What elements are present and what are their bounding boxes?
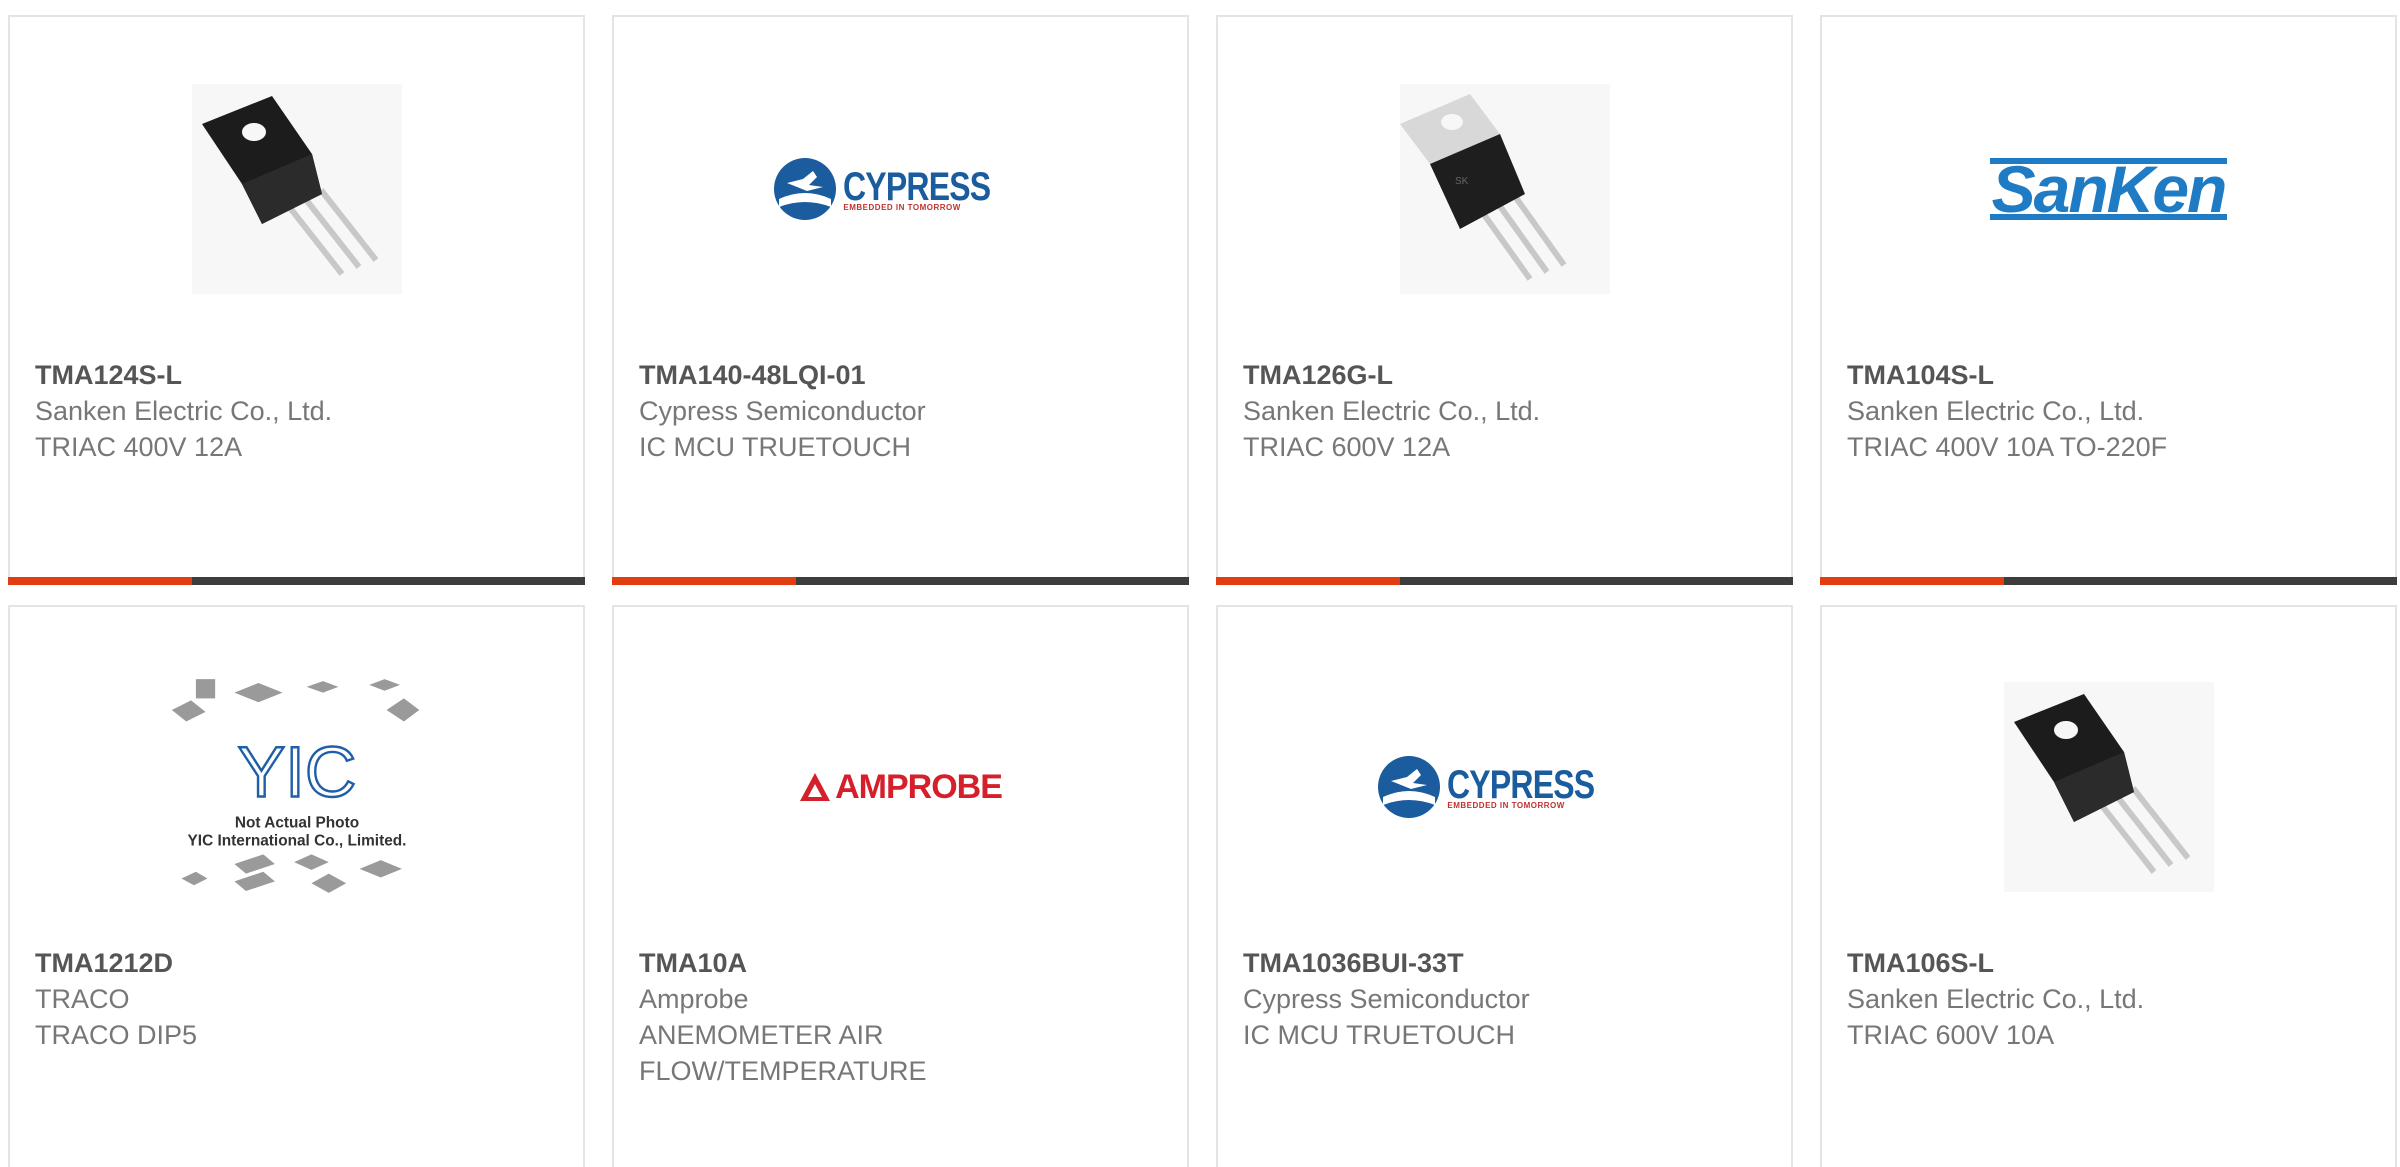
product-card[interactable]: AMPROBE TMA10A Amprobe ANEMOMETER AIR FL… xyxy=(612,605,1189,1167)
cypress-logo: CYPRESS EMBEDDED IN TOMORROW xyxy=(1377,755,1631,819)
part-number-link[interactable]: TMA124S-L xyxy=(35,357,563,393)
product-card[interactable]: CYPRESS EMBEDDED IN TOMORROW TMA140-48LQ… xyxy=(612,15,1189,585)
product-card[interactable]: SanKen TMA104S-L Sanken Electric Co., Lt… xyxy=(1820,15,2397,585)
product-card[interactable]: TMA124S-L Sanken Electric Co., Ltd. TRIA… xyxy=(8,15,585,585)
cypress-tree-icon xyxy=(1378,756,1441,818)
card-accent-bar xyxy=(612,577,796,585)
description: ANEMOMETER AIR xyxy=(639,1020,884,1050)
product-image[interactable]: CYPRESS EMBEDDED IN TOMORROW xyxy=(771,79,1031,299)
part-number-link[interactable]: TMA104S-L xyxy=(1847,357,2375,393)
part-number-link[interactable]: TMA10A xyxy=(639,945,1167,981)
cypress-logo-text: CYPRESS xyxy=(1447,762,1595,807)
description: FLOW/TEMPERATURE xyxy=(639,1056,927,1086)
manufacturer: Cypress Semiconductor xyxy=(1243,984,1530,1014)
yic-logo: YIC xyxy=(237,733,356,813)
product-card[interactable]: TMA106S-L Sanken Electric Co., Ltd. TRIA… xyxy=(1820,605,2397,1167)
product-card[interactable]: CYPRESS EMBEDDED IN TOMORROW TMA1036BUI-… xyxy=(1216,605,1793,1167)
cypress-logo: CYPRESS EMBEDDED IN TOMORROW xyxy=(773,157,1027,221)
manufacturer: Amprobe xyxy=(639,984,749,1014)
product-image[interactable]: SK xyxy=(1375,79,1635,299)
card-bottom-bar xyxy=(8,577,585,585)
description: IC MCU TRUETOUCH xyxy=(1243,1020,1516,1050)
description: TRIAC 400V 10A TO-220F xyxy=(1847,432,2168,462)
card-bottom-bar xyxy=(1216,577,1793,585)
card-bottom-bar xyxy=(1820,577,2397,585)
to220f-package-icon xyxy=(191,84,402,294)
sanken-logo: SanKen xyxy=(1989,152,2228,226)
manufacturer: Cypress Semiconductor xyxy=(639,396,926,426)
amprobe-triangle-icon xyxy=(800,773,831,801)
manufacturer: Sanken Electric Co., Ltd. xyxy=(1847,984,2145,1014)
image-caption: Not Actual Photo xyxy=(234,814,358,831)
amprobe-logo: AMPROBE xyxy=(799,767,1003,807)
part-number-link[interactable]: TMA1036BUI-33T xyxy=(1243,945,1771,981)
card-bottom-bar xyxy=(612,577,1189,585)
product-card[interactable]: YIC Not Actual Photo YIC International C… xyxy=(8,605,585,1167)
manufacturer: Sanken Electric Co., Ltd. xyxy=(1243,396,1541,426)
part-number-link[interactable]: TMA126G-L xyxy=(1243,357,1771,393)
description: TRIAC 600V 10A xyxy=(1847,1020,2055,1050)
manufacturer: TRACO xyxy=(35,984,130,1014)
product-grid: TMA124S-L Sanken Electric Co., Ltd. TRIA… xyxy=(0,0,2400,1167)
product-image[interactable] xyxy=(1979,667,2239,907)
part-number-link[interactable]: TMA1212D xyxy=(35,945,563,981)
image-caption: YIC International Co., Limited. xyxy=(187,833,406,850)
part-number-link[interactable]: TMA140-48LQI-01 xyxy=(639,357,1167,393)
to220f-package-icon xyxy=(2003,682,2214,892)
product-image[interactable]: SanKen xyxy=(1979,79,2239,299)
card-accent-bar xyxy=(1216,577,1400,585)
cypress-tree-icon xyxy=(774,158,837,220)
card-accent-bar xyxy=(1820,577,2004,585)
manufacturer: Sanken Electric Co., Ltd. xyxy=(1847,396,2145,426)
manufacturer: Sanken Electric Co., Ltd. xyxy=(35,396,333,426)
product-image[interactable]: AMPROBE xyxy=(771,667,1031,907)
yic-placeholder-image: YIC Not Actual Photo YIC International C… xyxy=(171,679,419,893)
svg-text:SK: SK xyxy=(1455,176,1469,187)
product-image[interactable]: CYPRESS EMBEDDED IN TOMORROW xyxy=(1375,667,1635,907)
description: TRIAC 400V 12A xyxy=(35,432,243,462)
cypress-logo-text: CYPRESS xyxy=(843,164,991,209)
product-image[interactable] xyxy=(167,79,427,299)
description: IC MCU TRUETOUCH xyxy=(639,432,912,462)
part-number-link[interactable]: TMA106S-L xyxy=(1847,945,2375,981)
card-accent-bar xyxy=(8,577,192,585)
description: TRIAC 600V 12A xyxy=(1243,432,1451,462)
to220-package-icon: SK xyxy=(1399,84,1610,294)
description: TRACO DIP5 xyxy=(35,1020,198,1050)
amprobe-logo-text: AMPROBE xyxy=(835,767,1003,806)
product-card[interactable]: SK TMA126G-L Sanken Electric Co., Ltd. T… xyxy=(1216,15,1793,585)
product-image[interactable]: YIC Not Actual Photo YIC International C… xyxy=(167,667,427,907)
